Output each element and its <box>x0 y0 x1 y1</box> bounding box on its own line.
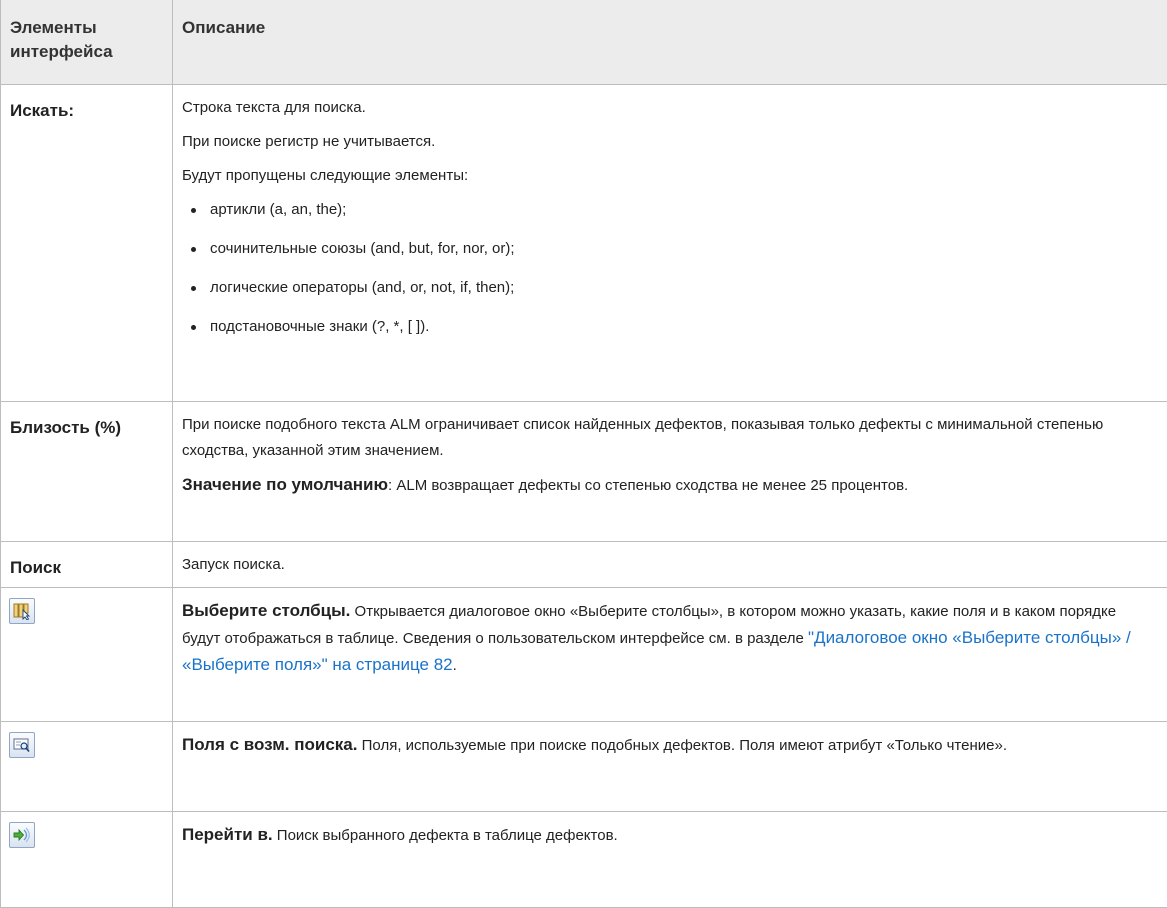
table-row-go-to: Перейти в. Поиск выбранного дефекта в та… <box>1 811 1167 907</box>
search-fields-desc: Поля с возм. поиска. Поля, используемые … <box>182 732 1152 759</box>
select-columns-desc: Выберите столбцы. Открывается диалоговое… <box>182 598 1152 679</box>
bullet-icon <box>191 247 196 252</box>
find-desc-text: Запуск поиска. <box>182 552 1152 578</box>
ui-elements-table: Элементы интерфейса Описание Искать: Стр… <box>0 0 1167 908</box>
row-label-find: Поиск <box>1 541 173 587</box>
bullet-icon <box>191 286 196 291</box>
go-to-desc: Перейти в. Поиск выбранного дефекта в та… <box>182 822 1152 849</box>
default-value-label: Значение по умолчанию <box>182 475 388 494</box>
ignored-words-list: артикли (a, an, the); сочинительные союз… <box>182 197 1152 340</box>
list-item: логические операторы (and, or, not, if, … <box>182 275 1152 301</box>
search-desc-line-2: При поиске регистр не учитывается. <box>182 129 1152 155</box>
row-desc-search: Строка текста для поиска. При поиске рег… <box>173 84 1167 401</box>
row-desc-find: Запуск поиска. <box>173 541 1167 587</box>
bullet-icon <box>191 208 196 213</box>
row-desc-select-columns: Выберите столбцы. Открывается диалоговое… <box>173 587 1167 721</box>
row-desc-similarity: При поиске подобного текста ALM ограничи… <box>173 401 1167 541</box>
similarity-desc-text: При поиске подобного текста ALM ограничи… <box>182 412 1152 464</box>
select-columns-title: Выберите столбцы. <box>182 601 350 620</box>
search-fields-title: Поля с возм. поиска. <box>182 735 357 754</box>
header-description: Описание <box>173 0 1167 84</box>
go-to-defect-icon <box>9 822 35 848</box>
row-label-similarity: Близость (%) <box>1 401 173 541</box>
header-ui-elements: Элементы интерфейса <box>1 0 173 84</box>
search-fields-icon <box>9 732 35 758</box>
table-row-search-fields: Поля с возм. поиска. Поля, используемые … <box>1 721 1167 811</box>
table-row-search: Искать: Строка текста для поиска. При по… <box>1 84 1167 401</box>
row-desc-search-fields: Поля с возм. поиска. Поля, используемые … <box>173 721 1167 811</box>
row-icon-search-fields <box>1 721 173 811</box>
search-desc-line-3: Будут пропущены следующие элементы: <box>182 163 1152 189</box>
table-row-similarity: Близость (%) При поиске подобного текста… <box>1 401 1167 541</box>
search-desc-line-1: Строка текста для поиска. <box>182 95 1152 121</box>
similarity-default-text: Значение по умолчанию: ALM возвращает де… <box>182 472 1152 499</box>
table-row-find: Поиск Запуск поиска. <box>1 541 1167 587</box>
list-item: артикли (a, an, the); <box>182 197 1152 223</box>
table-header-row: Элементы интерфейса Описание <box>1 0 1167 84</box>
bullet-icon <box>191 325 196 330</box>
select-columns-icon <box>9 598 35 624</box>
table-row-select-columns: Выберите столбцы. Открывается диалоговое… <box>1 587 1167 721</box>
row-icon-go-to <box>1 811 173 907</box>
row-desc-go-to: Перейти в. Поиск выбранного дефекта в та… <box>173 811 1167 907</box>
list-item: сочинительные союзы (and, but, for, nor,… <box>182 236 1152 262</box>
go-to-title: Перейти в. <box>182 825 273 844</box>
list-item: подстановочные знаки (?, *, [ ]). <box>182 314 1152 340</box>
row-label-search: Искать: <box>1 84 173 401</box>
row-icon-select-columns <box>1 587 173 721</box>
